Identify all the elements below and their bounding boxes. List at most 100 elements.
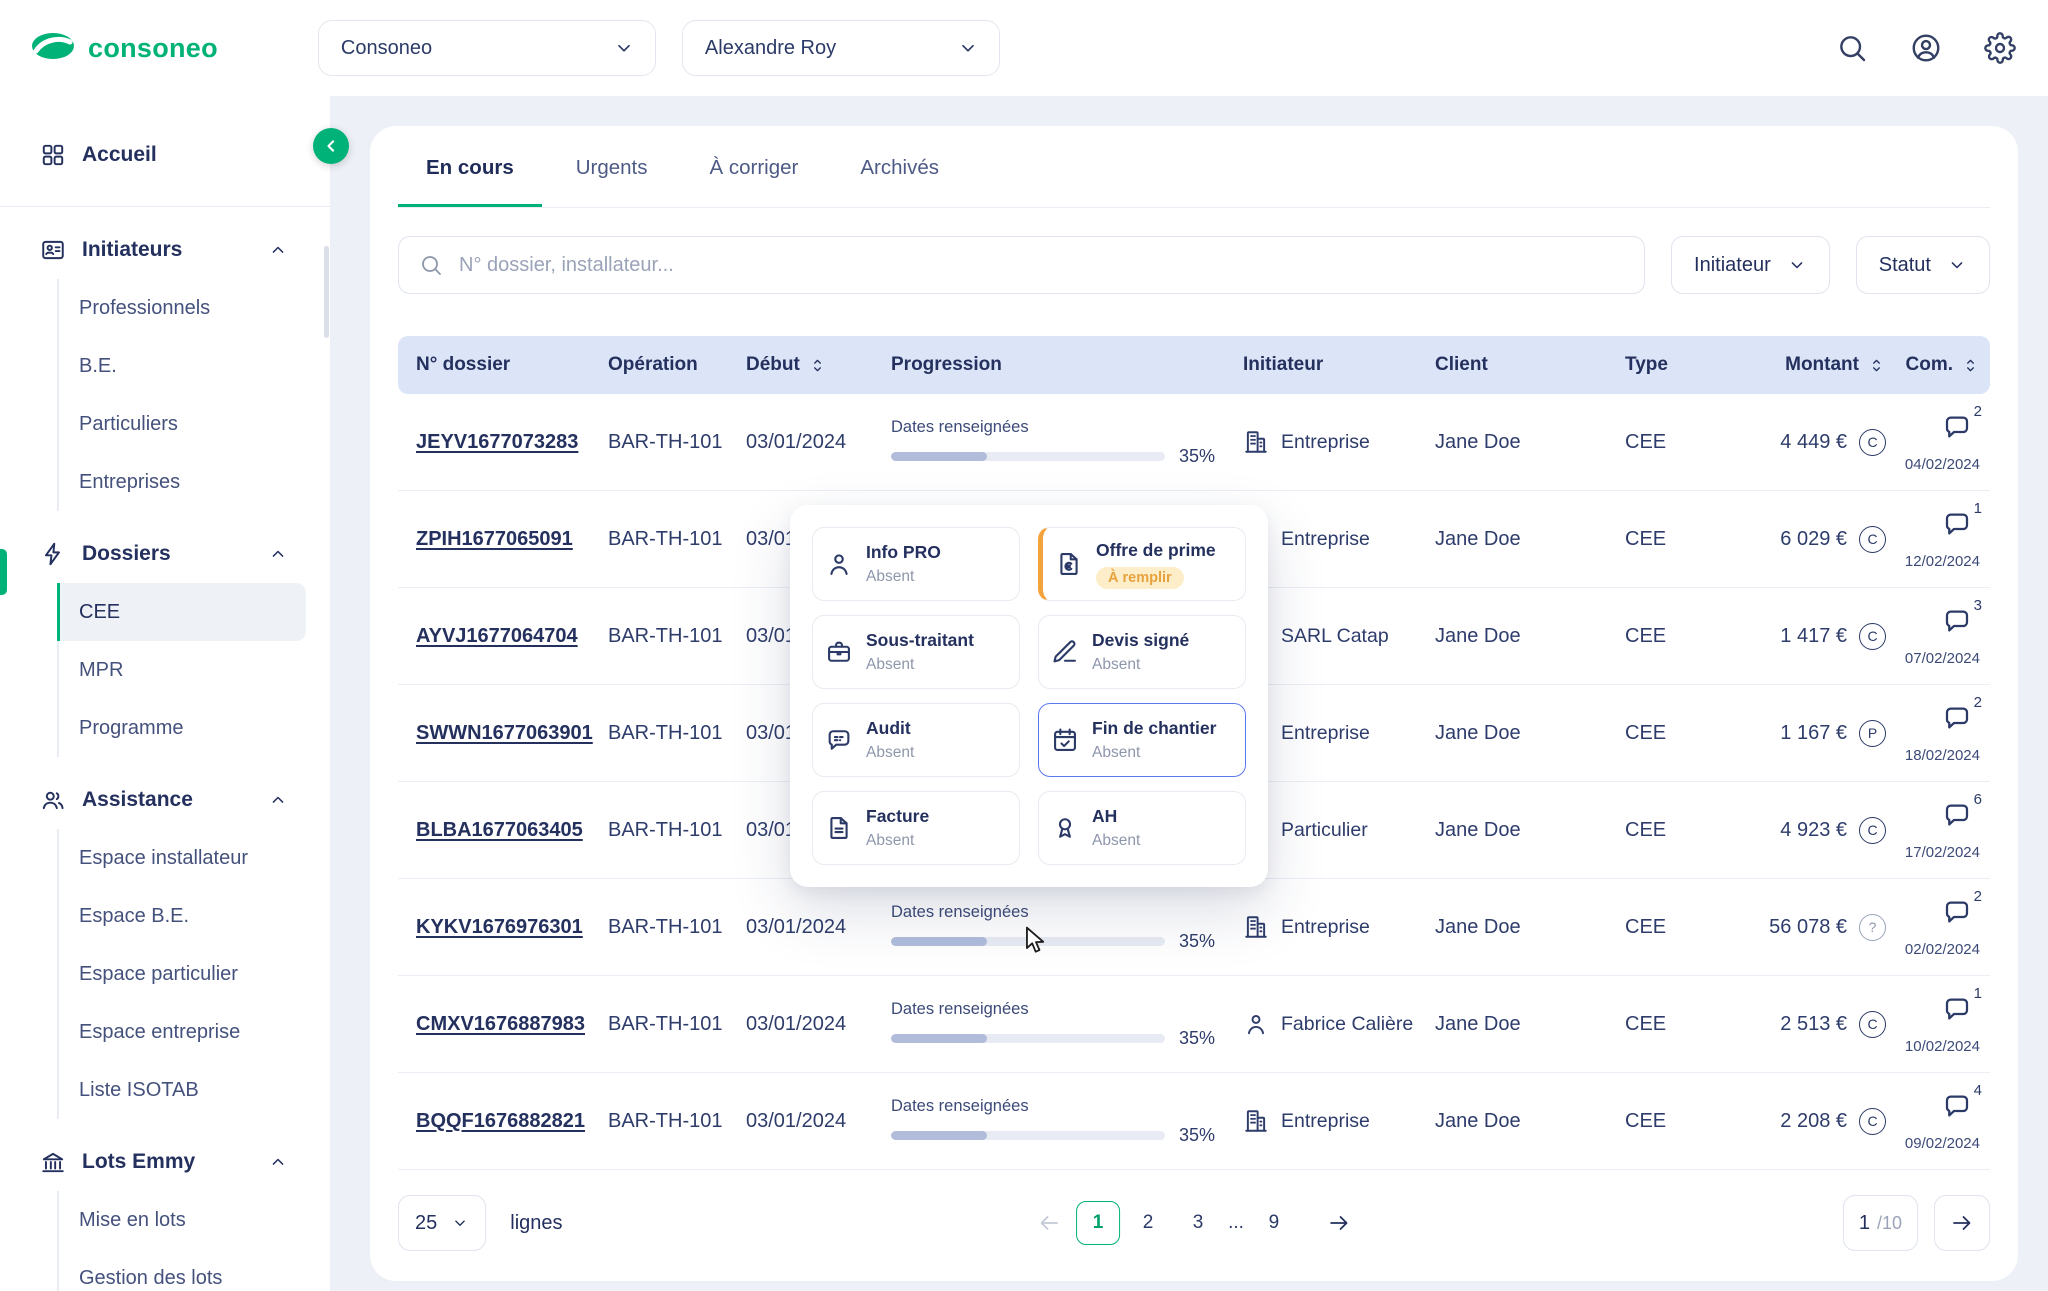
sidebar-item-professionnels[interactable]: Professionnels [57, 279, 306, 337]
status-card-text: Sous-traitant Absent [866, 630, 974, 674]
pagination-page-2[interactable]: 2 [1126, 1201, 1170, 1245]
progress-bar[interactable] [891, 937, 1165, 946]
status-card-devis-signe[interactable]: Devis signé Absent [1038, 615, 1246, 689]
comments-button[interactable]: 4 [1942, 1091, 1972, 1127]
status-card-facture[interactable]: Facture Absent [812, 791, 1020, 865]
sidebar-item-cee[interactable]: CEE [57, 583, 306, 641]
search-input[interactable] [457, 253, 1624, 278]
comments-button[interactable]: 1 [1942, 509, 1972, 545]
dossier-link[interactable]: AYVJ1677064704 [416, 625, 578, 648]
page-size-select[interactable]: 25 [398, 1195, 486, 1251]
comment-icon [1942, 606, 1972, 636]
pagination-prev-button[interactable] [1034, 1208, 1064, 1238]
sidebar-item-b-e[interactable]: B.E. [57, 337, 306, 395]
brand[interactable]: consoneo [30, 30, 218, 67]
tab-en-cours[interactable]: En cours [398, 126, 542, 207]
sort-icon [1961, 356, 1980, 375]
montant-badge: C [1859, 429, 1886, 456]
tab-a-corriger[interactable]: À corriger [682, 126, 827, 207]
sidebar-section-toggle-assistance[interactable]: Assistance [0, 771, 330, 829]
sidebar-item-entreprises[interactable]: Entreprises [57, 453, 306, 511]
sidebar-section-toggle-lots-emmy[interactable]: Lots Emmy [0, 1133, 330, 1191]
montant-value: 2 208 € [1780, 1110, 1847, 1133]
type-cell: CEE [1625, 1013, 1740, 1036]
initiateur-filter-button[interactable]: Initiateur [1671, 236, 1830, 294]
tab-urgents[interactable]: Urgents [548, 126, 676, 207]
sidebar-item-particuliers[interactable]: Particuliers [57, 395, 306, 453]
initiateur-cell: Fabrice Calière [1243, 1011, 1435, 1037]
sidebar-item-espace-b-e[interactable]: Espace B.E. [57, 887, 306, 945]
chevron-up-icon [268, 240, 288, 260]
progress-bar[interactable] [891, 1131, 1165, 1140]
status-card-sous-traitant[interactable]: Sous-traitant Absent [812, 615, 1020, 689]
section-label: Assistance [82, 788, 193, 812]
sidebar-item-gestion-des-lots[interactable]: Gestion des lots [57, 1249, 306, 1291]
comments-button[interactable]: 2 [1942, 412, 1972, 448]
arrow-right-icon [1950, 1211, 1974, 1235]
dossier-link[interactable]: BLBA1677063405 [416, 819, 583, 842]
user-select[interactable]: Alexandre Roy [682, 20, 1000, 76]
montant-badge: C [1859, 1011, 1886, 1038]
goto-page-value: 1 [1859, 1212, 1870, 1235]
sidebar-item-espace-entreprise[interactable]: Espace entreprise [57, 1003, 306, 1061]
progression-cell: Dates renseignées 35% [891, 903, 1243, 952]
progress-bar[interactable] [891, 452, 1165, 461]
progress-percent: 35% [1179, 1028, 1215, 1049]
invoice-icon [825, 814, 853, 842]
dossier-link[interactable]: CMXV1676887983 [416, 1013, 585, 1036]
account-icon[interactable] [1910, 32, 1942, 64]
column-header-debut[interactable]: Début [746, 354, 891, 376]
pagination-page-3[interactable]: 3 [1176, 1201, 1220, 1245]
status-card-audit[interactable]: Audit Absent [812, 703, 1020, 777]
organization-select[interactable]: Consoneo [318, 20, 656, 76]
comments-button[interactable]: 1 [1942, 994, 1972, 1030]
comments-button[interactable]: 3 [1942, 606, 1972, 642]
sidebar-item-espace-installateur[interactable]: Espace installateur [57, 829, 306, 887]
sidebar-section-toggle-initiateurs[interactable]: Initiateurs [0, 221, 330, 279]
status-card-fin-de-chantier[interactable]: Fin de chantier Absent [1038, 703, 1246, 777]
dossier-link[interactable]: ZPIH1677065091 [416, 528, 573, 551]
column-header-montant[interactable]: Montant [1740, 354, 1890, 376]
comments-button[interactable]: 6 [1942, 800, 1972, 836]
dossier-link[interactable]: SWWN1677063901 [416, 722, 593, 745]
pagination-page-9[interactable]: 9 [1252, 1201, 1296, 1245]
dossier-link[interactable]: BQQF1676882821 [416, 1110, 585, 1133]
search-icon [419, 253, 443, 277]
comments-button[interactable]: 2 [1942, 703, 1972, 739]
progress-bar[interactable] [891, 1034, 1165, 1043]
sidebar-section-toggle-dossiers[interactable]: Dossiers [0, 525, 330, 583]
pagination-next-button[interactable] [1324, 1208, 1354, 1238]
initiateur-cell: Particulier [1243, 817, 1435, 843]
statut-filter-button[interactable]: Statut [1856, 236, 1990, 294]
status-card-offre-de-prime[interactable]: Offre de prime À remplir [1038, 527, 1246, 601]
tab-archives[interactable]: Archivés [832, 126, 967, 207]
status-card-status: Absent [1092, 656, 1189, 674]
progress-label: Dates renseignées [891, 903, 1215, 922]
sidebar-item-accueil[interactable]: Accueil [0, 126, 330, 184]
sidebar-item-mise-en-lots[interactable]: Mise en lots [57, 1191, 306, 1249]
sidebar-item-programme[interactable]: Programme [57, 699, 306, 757]
goto-page-button[interactable] [1934, 1195, 1990, 1251]
dossier-link[interactable]: KYKV1676976301 [416, 916, 583, 939]
sidebar-subnav: CEEMPRProgramme [57, 583, 306, 757]
comment-date: 10/02/2024 [1905, 1038, 1980, 1055]
goto-page-input[interactable]: 1 /10 [1843, 1195, 1918, 1251]
column-header-com[interactable]: Com. [1890, 354, 1982, 376]
settings-icon[interactable] [1984, 32, 2016, 64]
sidebar-item-liste-isotab[interactable]: Liste ISOTAB [57, 1061, 306, 1119]
search-icon[interactable] [1836, 32, 1868, 64]
user-icon [825, 550, 853, 578]
users-icon [40, 787, 66, 813]
status-card-info-pro[interactable]: Info PRO Absent [812, 527, 1020, 601]
initiateur-name: Fabrice Calière [1281, 1013, 1413, 1036]
sidebar-collapse-button[interactable] [313, 128, 349, 164]
search-box [398, 236, 1645, 294]
pagination-page-1[interactable]: 1 [1076, 1201, 1120, 1245]
sidebar-item-espace-particulier[interactable]: Espace particulier [57, 945, 306, 1003]
sidebar-scrollbar[interactable] [324, 246, 329, 338]
dossier-link[interactable]: JEYV1677073283 [416, 431, 578, 454]
sidebar-item-mpr[interactable]: MPR [57, 641, 306, 699]
status-card-text: Audit Absent [866, 718, 914, 762]
comments-button[interactable]: 2 [1942, 897, 1972, 933]
status-card-ah[interactable]: AH Absent [1038, 791, 1246, 865]
